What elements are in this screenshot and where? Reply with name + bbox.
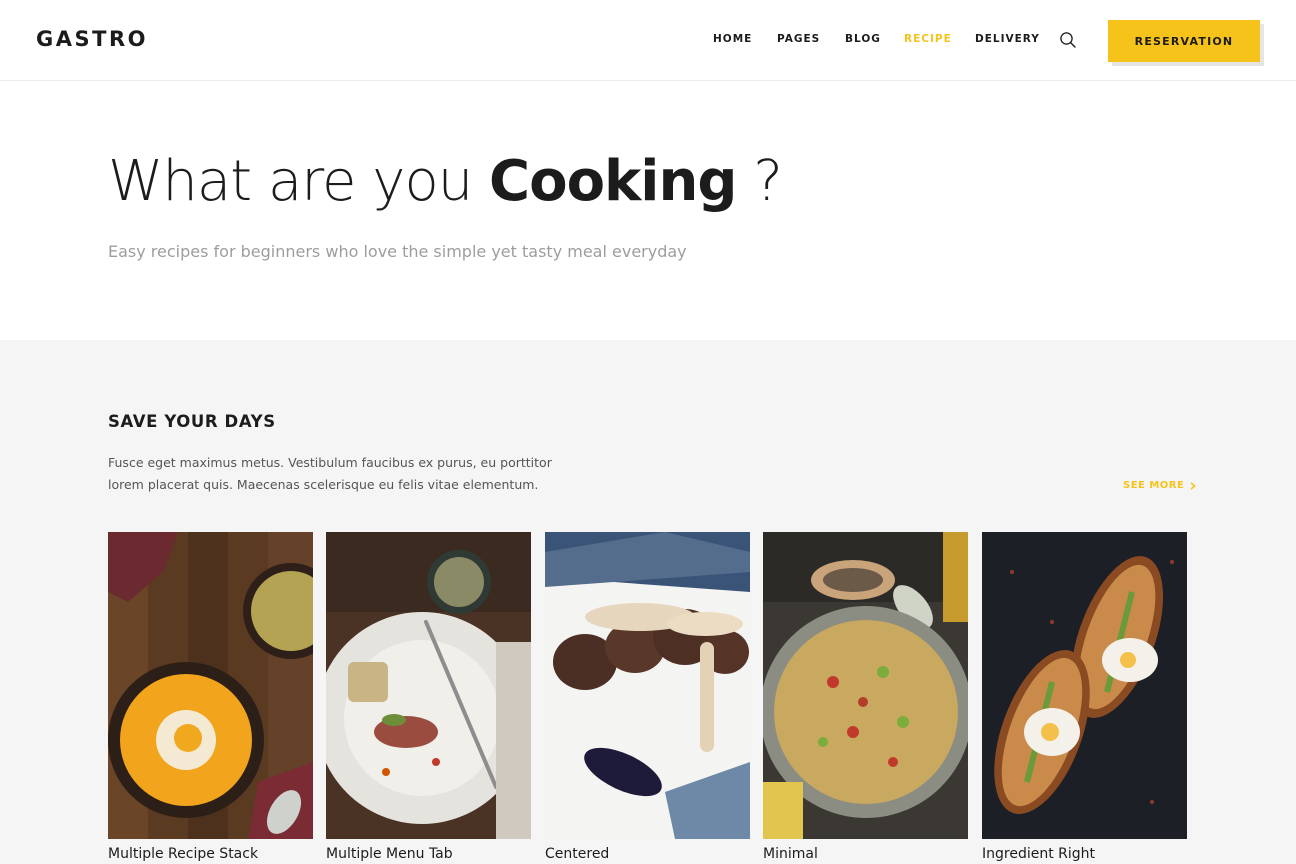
hero-title-end: ? (736, 149, 783, 214)
chevron-right-icon (1190, 481, 1197, 490)
section-title: SAVE YOUR DAYS (108, 412, 276, 431)
recipe-card-title[interactable]: Centered (545, 846, 609, 862)
hero-title-bold: Cooking (489, 149, 737, 214)
recipe-card[interactable]: Multiple Menu Tab (326, 532, 531, 864)
recipe-card[interactable]: Ingredient Right (982, 532, 1187, 864)
see-more-link[interactable]: SEE MORE (1123, 480, 1197, 491)
recipe-card-title[interactable]: Ingredient Right (982, 846, 1095, 862)
recipe-image-egg-toast[interactable] (982, 532, 1187, 839)
hero-subtitle: Easy recipes for beginners who love the … (108, 242, 687, 261)
nav-item-pages[interactable]: PAGES (777, 33, 820, 45)
recipe-image-plated-duck[interactable] (326, 532, 531, 839)
nav-item-delivery[interactable]: DELIVERY (975, 33, 1040, 45)
recipe-image-pumpkin-soup[interactable] (108, 532, 313, 839)
main-nav: HOME PAGES BLOG RECIPE DELIVERY (0, 33, 1296, 47)
recipe-card[interactable]: Centered (545, 532, 750, 864)
section-description: Fusce eget maximus metus. Vestibulum fau… (108, 455, 552, 492)
recipe-card[interactable]: Multiple Recipe Stack (108, 532, 313, 864)
hero-title-light: What are you (108, 149, 489, 214)
reservation-button[interactable]: RESERVATION (1108, 20, 1260, 62)
nav-item-blog[interactable]: BLOG (845, 33, 881, 45)
hero-title: What are you Cooking ? (108, 149, 783, 214)
recipe-image-quinoa-salad[interactable] (763, 532, 968, 839)
recipe-card[interactable]: Minimal (763, 532, 968, 864)
nav-item-home[interactable]: HOME (713, 33, 752, 45)
recipe-card-title[interactable]: Minimal (763, 846, 818, 862)
site-header: GASTRO HOME PAGES BLOG RECIPE DELIVERY R… (0, 0, 1296, 81)
recipe-image-meatballs[interactable] (545, 532, 750, 839)
see-more-label: SEE MORE (1123, 480, 1185, 491)
hero-section: What are you Cooking ? Easy recipes for … (0, 81, 1296, 340)
recipes-section: SAVE YOUR DAYS Fusce eget maximus metus.… (0, 340, 1296, 864)
search-icon[interactable] (1059, 31, 1077, 49)
nav-item-recipe[interactable]: RECIPE (904, 33, 952, 45)
recipe-card-title[interactable]: Multiple Menu Tab (326, 846, 453, 862)
recipe-card-title[interactable]: Multiple Recipe Stack (108, 846, 258, 862)
